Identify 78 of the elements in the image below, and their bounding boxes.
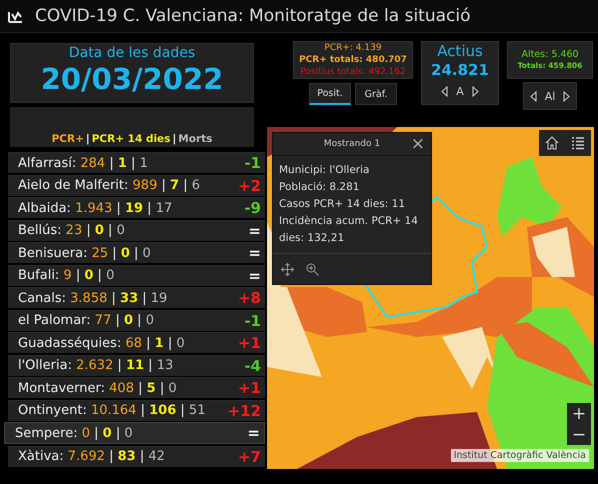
municipality-stats: Guadasséquies: 68 | 1 | 0 bbox=[18, 336, 186, 350]
change-value: +12 bbox=[228, 402, 261, 420]
separator: | bbox=[86, 133, 90, 145]
municipality-row[interactable]: Xàtiva: 7.692 | 83 | 42 +7 bbox=[8, 446, 265, 466]
change-value: -9 bbox=[244, 199, 261, 217]
municipality-stats: l'Olleria: 2.632 | 11 | 13 bbox=[18, 358, 174, 373]
zoom-out-button[interactable]: − bbox=[567, 424, 591, 445]
municipality-stats: Ontinyent: 10.164 | 106 | 51 bbox=[18, 403, 206, 418]
municipality-stats: Benisuera: 25 | 0 | 0 bbox=[18, 246, 152, 260]
municipality-row[interactable]: Ontinyent: 10.164 | 106 | 51 +12 bbox=[8, 400, 265, 420]
tab[interactable]: Gràf. bbox=[355, 83, 397, 105]
change-value: +2 bbox=[238, 176, 261, 194]
popup-field: Municipi: l'Olleria bbox=[279, 162, 426, 179]
municipality-row[interactable]: l'Olleria: 2.632 | 11 | 13 -4 bbox=[8, 354, 265, 376]
municipality-row[interactable]: Albaida: 1.943 | 19 | 17 -9 bbox=[8, 197, 265, 218]
popup-field: Casos PCR+ 14 dies: 11 bbox=[279, 196, 426, 213]
previous-icon[interactable] bbox=[441, 86, 448, 97]
popup-field: Població: 8.281 bbox=[279, 179, 426, 196]
map-attribution: Institut Cartogràfic València bbox=[450, 449, 589, 462]
legend-label: PCR+ 14 dies bbox=[92, 133, 170, 145]
pager-label: Al bbox=[544, 90, 556, 102]
legend-label: PCR+ bbox=[52, 133, 84, 145]
pager-label: A bbox=[456, 85, 464, 98]
popup-title: Mostrando 1 bbox=[324, 139, 380, 149]
stat-line: PCR+: 4.139 bbox=[324, 42, 382, 54]
change-value: +8 bbox=[238, 289, 261, 307]
move-icon[interactable] bbox=[281, 262, 294, 276]
stat-line: Altes: 5.460 bbox=[521, 49, 579, 60]
legend-label: Morts bbox=[178, 133, 212, 145]
tab[interactable]: Posit. bbox=[309, 83, 351, 105]
close-button[interactable]: × bbox=[410, 134, 425, 154]
change-value: = bbox=[248, 222, 261, 240]
home-icon[interactable] bbox=[545, 136, 559, 150]
change-value: +7 bbox=[238, 448, 261, 466]
change-value: -4 bbox=[244, 356, 261, 374]
change-value: = bbox=[247, 424, 260, 442]
municipality-row[interactable]: Guadasséquies: 68 | 1 | 0 +1 bbox=[8, 332, 265, 353]
municipality-stats: Sempere: 0 | 0 | 0 bbox=[15, 426, 134, 440]
municipality-row[interactable]: Bellús: 23 | 0 | 0 = bbox=[8, 220, 265, 240]
next-icon[interactable] bbox=[563, 90, 570, 102]
date-label: Data de les dades bbox=[68, 44, 196, 62]
municipality-stats: Montaverner: 408 | 5 | 0 bbox=[18, 380, 178, 396]
layer-list-icon[interactable] bbox=[571, 136, 585, 150]
zoom-in-button[interactable]: + bbox=[567, 403, 591, 424]
municipality-stats: Canals: 3.858 | 33 | 19 bbox=[18, 290, 168, 306]
municipality-stats: Albaida: 1.943 | 19 | 17 bbox=[18, 200, 174, 216]
popup-field: Incidència acum. PCR+ 14 dies: 132,21 bbox=[279, 213, 426, 247]
municipality-stats: Alfarrasí: 284 | 1 | 1 bbox=[18, 156, 149, 170]
municipality-row[interactable]: Aielo de Malferit: 989 | 7 | 6 +2 bbox=[8, 174, 265, 196]
previous-icon[interactable] bbox=[530, 90, 537, 102]
change-value: = bbox=[248, 244, 261, 262]
municipality-row[interactable]: Montaverner: 408 | 5 | 0 +1 bbox=[8, 377, 265, 398]
next-icon[interactable] bbox=[472, 86, 479, 97]
active-title: Actius bbox=[437, 42, 483, 61]
separator: | bbox=[172, 133, 176, 145]
change-value: +1 bbox=[238, 334, 261, 352]
change-value: = bbox=[248, 266, 261, 284]
app-logo-icon bbox=[8, 10, 23, 22]
change-value: -1 bbox=[244, 154, 261, 172]
municipality-row[interactable]: Bufali: 9 | 0 | 0 = bbox=[8, 264, 265, 286]
stat-line: Positius totals: 492.162 bbox=[300, 66, 406, 78]
municipality-stats: Bufali: 9 | 0 | 0 bbox=[18, 268, 116, 283]
municipality-stats: Bellús: 23 | 0 | 0 bbox=[18, 223, 126, 238]
zoom-to-icon[interactable] bbox=[306, 262, 319, 276]
municipality-row[interactable]: Alfarrasí: 284 | 1 | 1 -1 bbox=[8, 152, 265, 173]
date-value: 20/03/2022 bbox=[40, 62, 224, 96]
municipality-row[interactable]: Sempere: 0 | 0 | 0 = bbox=[4, 422, 265, 444]
municipality-stats: Xàtiva: 7.692 | 83 | 42 bbox=[18, 449, 166, 464]
municipality-row[interactable]: Canals: 3.858 | 33 | 19 +8 bbox=[8, 287, 265, 308]
municipality-row[interactable]: Benisuera: 25 | 0 | 0 = bbox=[8, 242, 265, 263]
active-value: 24.821 bbox=[431, 61, 489, 79]
stat-line: PCR+ totals: 480.707 bbox=[299, 54, 407, 66]
municipality-stats: el Palomar: 77 | 0 | 0 bbox=[18, 313, 155, 328]
municipality-stats: Aielo de Malferit: 989 | 7 | 6 bbox=[18, 178, 201, 193]
change-value: +1 bbox=[238, 379, 261, 397]
change-value: -1 bbox=[244, 312, 261, 330]
window-title: COVID-19 C. Valenciana: Monitoratge de la situació bbox=[35, 6, 470, 26]
municipality-row[interactable]: el Palomar: 77 | 0 | 0 -1 bbox=[8, 310, 265, 330]
